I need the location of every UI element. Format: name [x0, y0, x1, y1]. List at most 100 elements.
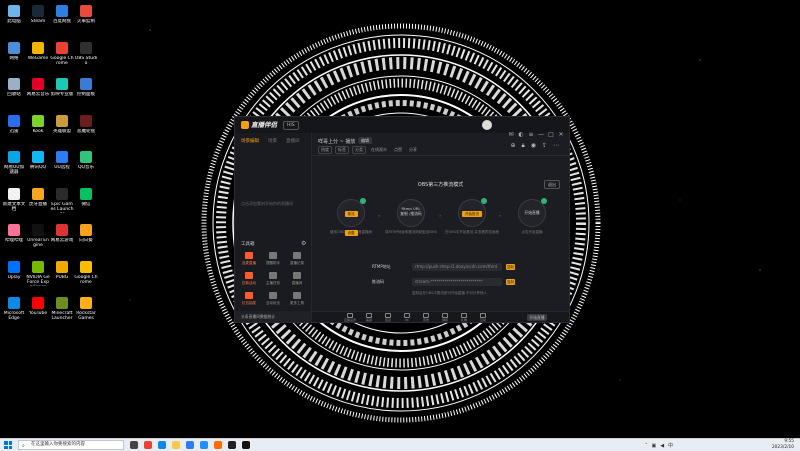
tool-item[interactable]: 互动玩法 — [263, 292, 283, 310]
desktop-icon[interactable]: YouTube — [26, 294, 50, 328]
tab-scene[interactable]: 场景 — [268, 139, 277, 144]
mail-icon[interactable] — [200, 441, 208, 449]
add-icon[interactable]: ⊕ — [510, 142, 515, 149]
desktop-icon[interactable]: 此电脑 — [2, 2, 26, 36]
desktop-icon[interactable]: WeGame — [26, 39, 50, 73]
desktop-icon[interactable]: Epic Games Launcher — [50, 185, 74, 219]
desktop-icon[interactable]: 微信 — [74, 185, 98, 219]
chrome-icon[interactable] — [144, 441, 152, 449]
step-button[interactable]: 设置 — [344, 230, 358, 236]
bottom-tool[interactable]: 连麦 — [380, 313, 396, 322]
desktop-icon[interactable]: 网易UU加速器 — [2, 148, 26, 182]
tool-item[interactable]: 提醒助手 — [263, 252, 283, 270]
lock-icon[interactable]: 🔒︎ — [522, 142, 525, 149]
tool-item[interactable]: 连麦直播 — [239, 252, 259, 270]
desktop-icon[interactable]: OBS Studio — [74, 39, 98, 73]
room-tag[interactable]: 分类 — [352, 146, 366, 154]
arrow-icon: » — [439, 213, 442, 218]
tool-item[interactable]: 更多工具 — [287, 292, 307, 310]
start-live-button[interactable]: 开始直播 — [527, 314, 547, 321]
desktop-icon[interactable]: 网易云游戏 — [50, 221, 74, 255]
copy-key-button[interactable]: 复制 — [506, 279, 515, 285]
more-icon[interactable]: ⋯ — [553, 142, 559, 149]
tool-label: 直播记录 — [290, 261, 304, 265]
ime-icon[interactable]: 中 — [668, 443, 673, 449]
tools-settings-icon[interactable]: ⚙ — [301, 240, 306, 247]
room-tag[interactable]: 热度 — [318, 146, 332, 154]
explorer-icon[interactable] — [172, 441, 180, 449]
left-bottom-banner[interactable]: 头条直播间数据统计 — [235, 311, 311, 322]
desktop-icon[interactable]: 剪映专业版 — [50, 75, 74, 109]
desktop-icon[interactable]: 英雄联盟 — [50, 112, 74, 146]
desktop-icon[interactable]: 向日葵 — [74, 221, 98, 255]
tab-live-room[interactable]: 直播间 — [286, 139, 300, 144]
desktop-icon[interactable]: Microsoft Edge — [2, 294, 26, 328]
bottom-tool[interactable]: PK — [399, 313, 415, 322]
share-icon[interactable]: ⇪ — [542, 142, 547, 149]
tool-item[interactable]: 拉新活动 — [239, 272, 259, 290]
desktop-icon[interactable]: QQ音乐 — [74, 148, 98, 182]
desktop-icon[interactable]: Unreal Engine — [26, 221, 50, 255]
desktop-icon[interactable]: 网易云音乐 — [26, 75, 50, 109]
desktop-icon[interactable]: 新建文本文档 — [2, 185, 26, 219]
windows-start-icon[interactable] — [4, 441, 12, 449]
desktop-icon[interactable]: 腾讯QQ — [26, 148, 50, 182]
bottom-tool[interactable]: 音效 — [418, 313, 434, 322]
obs-icon[interactable] — [228, 441, 236, 449]
taskbar-search-input[interactable]: ⌕ 在这里输入你要搜索的内容 — [18, 440, 124, 450]
chevron-up-icon[interactable]: ˄ — [645, 443, 648, 449]
tool-item[interactable]: 直播间 — [287, 272, 307, 290]
store-icon[interactable] — [186, 441, 194, 449]
desktop-icon[interactable]: Rockstar Games — [74, 294, 98, 328]
desktop-icon[interactable]: NVIDIA GeForce Experience — [26, 258, 50, 292]
bottom-tool[interactable]: 礼物 — [456, 313, 472, 322]
live-companion-icon[interactable] — [242, 441, 250, 449]
bottom-tool[interactable]: 互动 — [475, 313, 491, 322]
app-logo: 直播伴侣 — [241, 120, 277, 130]
desktop-icon[interactable]: Steam — [26, 2, 50, 36]
room-tag[interactable]: 标签 — [335, 146, 349, 154]
bottom-tool[interactable]: 弹幕 — [437, 313, 453, 322]
photos-icon[interactable] — [214, 441, 222, 449]
room-edit-badge[interactable]: 编辑 — [358, 137, 372, 144]
step-button[interactable]: 推流 — [344, 211, 358, 217]
mic-icon[interactable]: ◉ — [531, 142, 536, 149]
desktop-icon[interactable]: 百度网盘 — [50, 2, 74, 36]
desktop-icon[interactable]: Google Chrome — [50, 39, 74, 73]
volume-icon[interactable]: ◀ — [660, 443, 664, 449]
tool-item[interactable]: 直播记录 — [287, 252, 307, 270]
step-button[interactable]: 开始推流 — [462, 211, 482, 217]
desktop-icon[interactable]: 迅雷 — [2, 112, 26, 146]
desktop-icon[interactable]: 哔哩哔哩 — [2, 221, 26, 255]
avatar[interactable] — [482, 120, 492, 130]
tool-item[interactable]: 主播任务 — [263, 272, 283, 290]
desktop-icon[interactable]: PUBG — [50, 258, 74, 292]
desktop-icon[interactable]: 网络 — [2, 39, 26, 73]
desktop-icon[interactable]: 恶魔轮盘 — [74, 112, 98, 146]
desktop-icon[interactable]: 控制面板 — [74, 75, 98, 109]
tool-item[interactable]: 红包抽奖 — [239, 292, 259, 310]
desktop-icon[interactable]: Uplay — [2, 258, 26, 292]
tool-label: 红包抽奖 — [242, 301, 256, 305]
desktop-icon-label: Google Chrome — [74, 274, 98, 285]
version-badge[interactable]: HIS — [283, 121, 299, 130]
task-view-icon[interactable] — [130, 441, 138, 449]
copy-rtmp-button[interactable]: 复制 — [506, 264, 515, 270]
desktop-icon[interactable]: 回收站 — [2, 75, 26, 109]
tab-scene-edit[interactable]: 场景编辑 — [241, 139, 259, 144]
rtmp-input[interactable]: rtmp://push-rtmp-l1.douyincdn.com/third — [412, 263, 502, 271]
exit-button[interactable]: 退出 — [544, 180, 560, 189]
bottom-tool[interactable]: 美颜 — [361, 313, 377, 322]
desktop-icon[interactable]: Minecraft Launcher — [50, 294, 74, 328]
bottom-tool[interactable]: 直播设置 — [342, 313, 358, 322]
edge-icon[interactable] — [158, 441, 166, 449]
stream-key-input[interactable]: stream-************************** — [412, 278, 502, 286]
desktop-icon[interactable]: 火車監制 — [74, 2, 98, 36]
step-start-push: 开始推流 在OBS中开始推流 并查看预览画面 — [443, 198, 501, 235]
desktop-icon[interactable]: 虎牙直播 — [26, 185, 50, 219]
desktop-icon[interactable]: Google Chrome — [74, 258, 98, 292]
desktop-icon[interactable]: Kook — [26, 112, 50, 146]
clock[interactable]: 9:55 2023/2/10 — [772, 439, 794, 451]
network-icon[interactable]: ▣ — [652, 443, 657, 449]
desktop-icon[interactable]: UU远程 — [50, 148, 74, 182]
